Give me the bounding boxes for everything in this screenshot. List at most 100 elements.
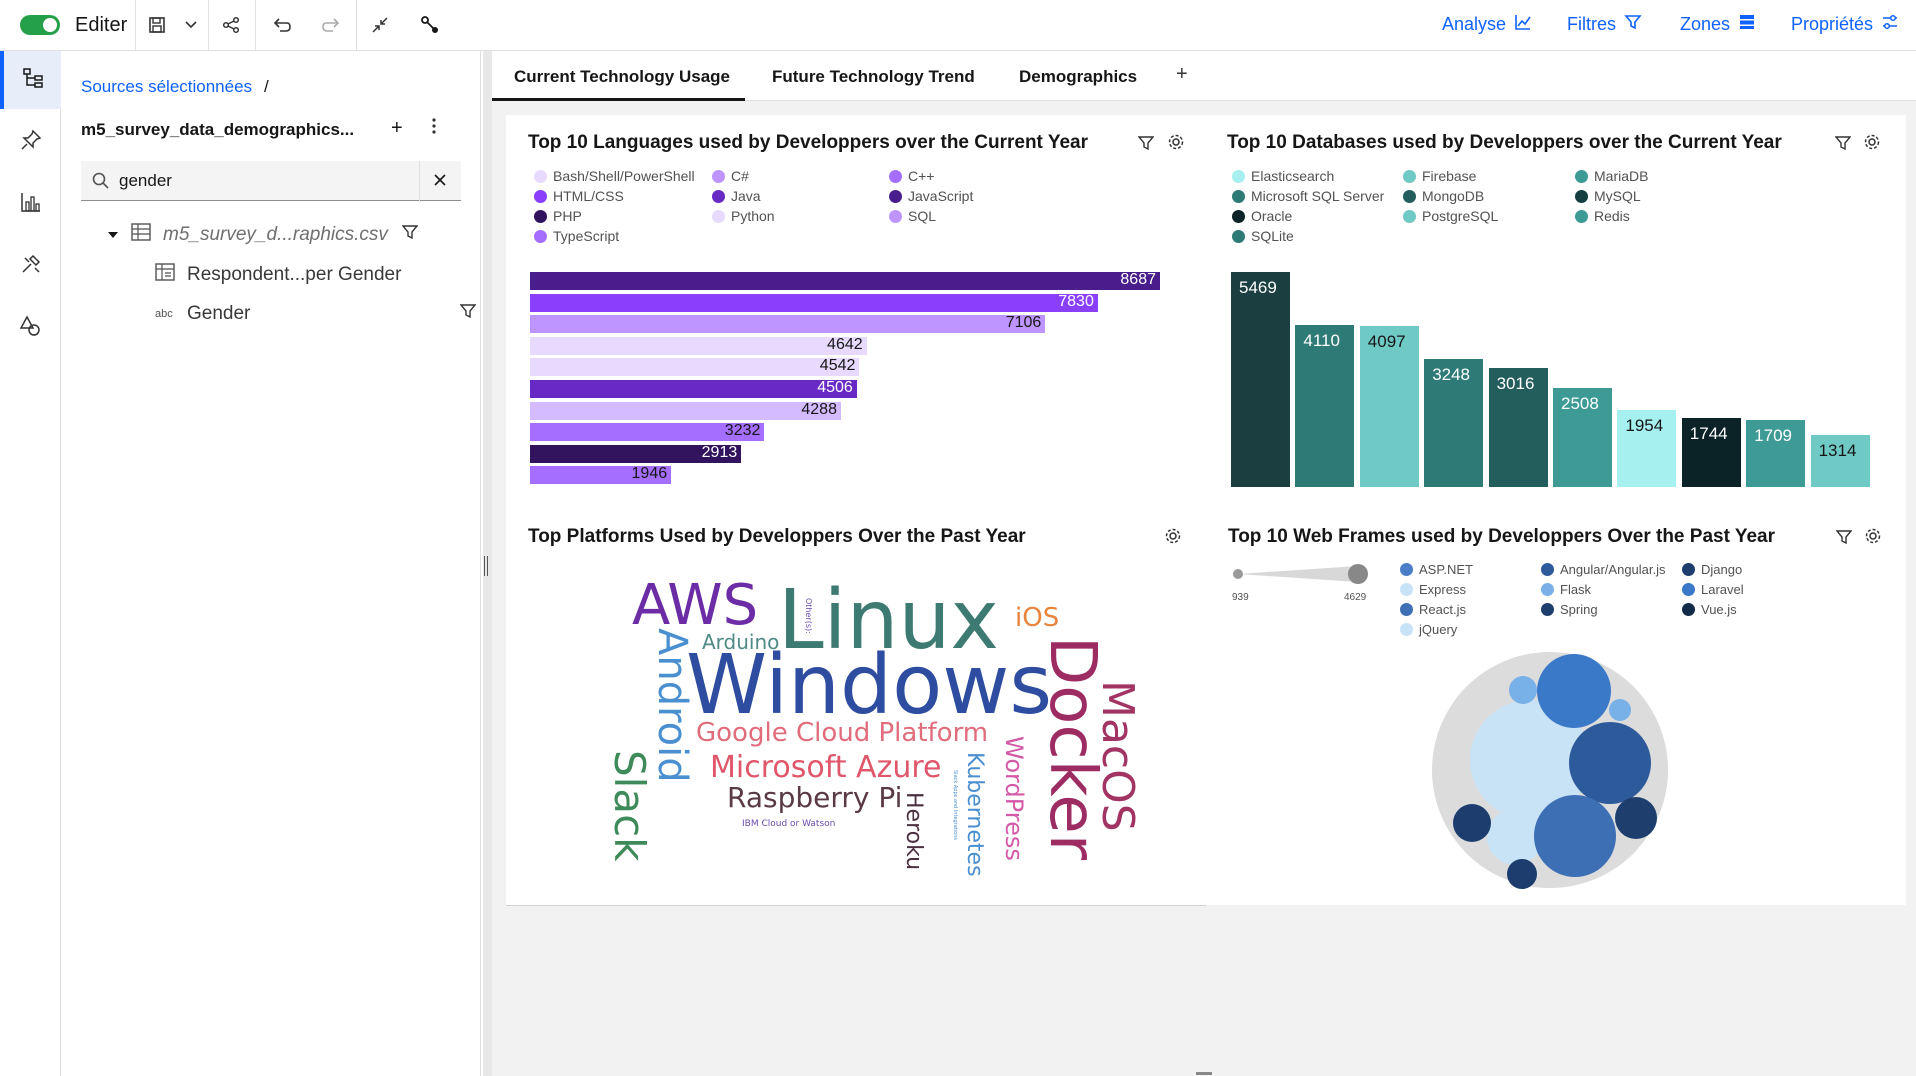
legend-item[interactable]: ASP.NET [1400, 562, 1473, 577]
filter-icon[interactable] [401, 224, 419, 246]
undo-icon[interactable] [267, 10, 297, 40]
legend-item[interactable]: Django [1682, 562, 1742, 577]
language-bar[interactable] [530, 315, 1046, 334]
bubble-laravel[interactable] [1609, 699, 1631, 721]
caret-down-icon[interactable] [107, 224, 119, 246]
zones-menu[interactable]: Zones [1680, 13, 1756, 36]
legend-item[interactable]: PostgreSQL [1403, 208, 1498, 224]
add-tab-button[interactable]: + [1176, 63, 1188, 86]
legend-item[interactable]: SQL [889, 208, 936, 224]
bubble-flask[interactable] [1509, 676, 1537, 704]
chevron-down-icon[interactable] [176, 10, 206, 40]
bubble-spring[interactable] [1615, 797, 1657, 839]
legend-item[interactable]: MongoDB [1403, 188, 1484, 204]
redo-icon[interactable] [316, 10, 346, 40]
legend-item[interactable]: SQLite [1232, 228, 1294, 244]
language-bar[interactable] [530, 293, 1098, 312]
filter-icon[interactable] [1135, 132, 1157, 154]
search-input[interactable] [119, 169, 409, 193]
legend-item[interactable]: Redis [1575, 208, 1630, 224]
legend-item[interactable]: Java [712, 188, 761, 204]
legend-item[interactable]: Flask [1541, 582, 1591, 597]
bubble-angular[interactable] [1569, 722, 1651, 804]
overflow-menu-icon[interactable] [431, 117, 437, 140]
breadcrumb-link-selected-sources[interactable]: Sources sélectionnées [81, 77, 252, 96]
bubble-vue[interactable] [1507, 859, 1537, 889]
filter-icon[interactable] [459, 303, 477, 325]
legend-item[interactable]: jQuery [1400, 622, 1457, 637]
legend-item[interactable]: JavaScript [889, 188, 973, 204]
tab-current-technology-usage[interactable]: Current Technology Usage [492, 67, 745, 101]
legend-item[interactable]: C# [712, 168, 749, 184]
edit-mode-toggle[interactable] [20, 15, 60, 35]
filter-icon[interactable] [1832, 132, 1854, 154]
properties-menu[interactable]: Propriétés [1791, 13, 1899, 36]
word-text: Raspberry Pi [727, 781, 903, 814]
legend-item[interactable]: Microsoft SQL Server [1232, 188, 1384, 204]
filters-menu[interactable]: Filtres [1567, 13, 1642, 36]
legend-label: Java [731, 188, 761, 204]
search-icon [91, 171, 111, 196]
collapse-icon[interactable] [365, 10, 395, 40]
legend-item[interactable]: PHP [534, 208, 582, 224]
word-ios: iOS [1015, 605, 1059, 631]
legend-item[interactable]: HTML/CSS [534, 188, 624, 204]
settings-icon[interactable] [1861, 131, 1883, 153]
clear-icon[interactable] [431, 171, 449, 194]
settings-icon[interactable] [1165, 131, 1187, 153]
languages-card-title: Top 10 Languages used by Developpers ove… [528, 132, 1088, 153]
shapes-rail-button[interactable] [0, 299, 61, 357]
word-text: Google Cloud Platform [696, 718, 989, 748]
relationship-icon[interactable] [415, 10, 445, 40]
settings-icon[interactable] [1162, 525, 1184, 547]
legend-swatch [889, 189, 902, 203]
database-bar-label: 4110 [1303, 331, 1340, 351]
legend-swatch [1232, 189, 1245, 203]
word-ibm-cloud: IBM Cloud or Watson [742, 820, 835, 829]
save-icon[interactable] [142, 10, 172, 40]
bubble-aspnet[interactable] [1534, 795, 1616, 877]
measure-table-icon [155, 263, 175, 287]
size-legend-wedge [1233, 564, 1368, 584]
filter-icon [1624, 13, 1642, 36]
share-icon[interactable] [216, 10, 246, 40]
tree-node-measure[interactable]: Respondent...per Gender [155, 263, 401, 287]
legend-label: TypeScript [553, 228, 620, 244]
legend-item[interactable]: C++ [889, 168, 934, 184]
language-bar[interactable] [530, 272, 1160, 290]
legend-item[interactable]: Angular/Angular.js [1541, 562, 1666, 577]
tree-node-file[interactable]: m5_survey_d...raphics.csv [107, 223, 419, 247]
legend-item[interactable]: TypeScript [534, 228, 619, 244]
legend-item[interactable]: Bash/Shell/PowerShell [534, 168, 695, 184]
analyse-menu[interactable]: Analyse [1442, 13, 1532, 36]
legend-item[interactable]: Laravel [1682, 582, 1744, 597]
legend-item[interactable]: MySQL [1575, 188, 1641, 204]
tab-future-technology-trend[interactable]: Future Technology Trend [772, 67, 975, 101]
tab-demographics[interactable]: Demographics [1019, 67, 1137, 101]
legend-item[interactable]: Express [1400, 582, 1466, 597]
database-bar[interactable] [1231, 272, 1290, 487]
visualizations-rail-button[interactable] [0, 175, 61, 233]
pin-rail-button[interactable] [0, 113, 61, 171]
bubble-django[interactable] [1453, 804, 1491, 842]
filter-icon[interactable] [1833, 526, 1855, 548]
legend-item[interactable]: React.js [1400, 602, 1466, 617]
add-source-button[interactable]: + [391, 117, 403, 140]
legend-item[interactable]: Vue.js [1682, 602, 1737, 617]
legend-item[interactable]: Oracle [1232, 208, 1292, 224]
splitter-grip-icon[interactable] [484, 556, 488, 576]
card-divider [506, 905, 1206, 906]
legend-item[interactable]: Firebase [1403, 168, 1476, 184]
legend-item[interactable]: Elasticsearch [1232, 168, 1334, 184]
settings-icon[interactable] [1862, 525, 1884, 547]
legend-item[interactable]: Python [712, 208, 775, 224]
word-text: Heroku [901, 792, 926, 871]
data-sources-rail-button[interactable] [0, 51, 61, 109]
legend-item[interactable]: Spring [1541, 602, 1598, 617]
legend-item[interactable]: MariaDB [1575, 168, 1648, 184]
canvas-resize-handle[interactable] [1196, 1072, 1212, 1075]
search-field [81, 161, 461, 201]
assets-rail-button[interactable] [0, 237, 61, 295]
tree-node-gender[interactable]: abc Gender [155, 303, 477, 325]
bubble-react[interactable] [1537, 654, 1611, 728]
